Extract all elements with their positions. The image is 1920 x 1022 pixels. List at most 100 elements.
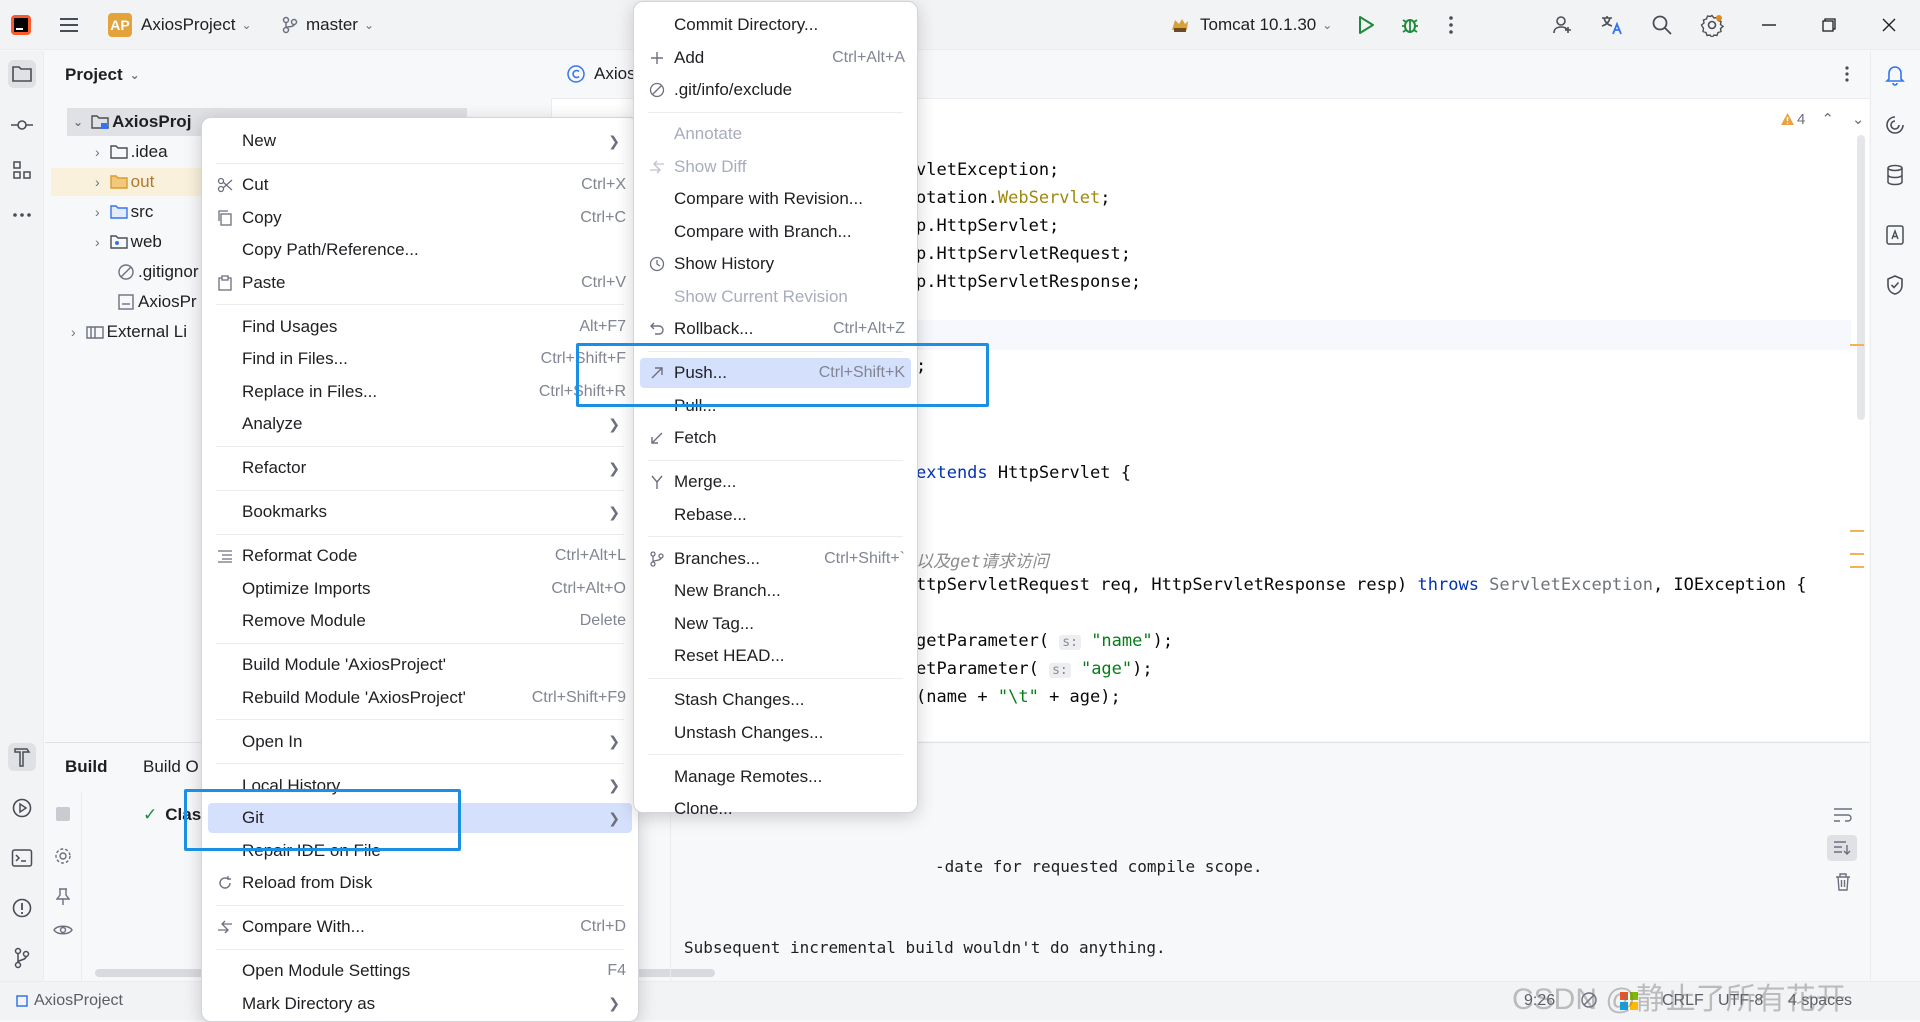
project-panel-header[interactable]: Project ⌄ <box>65 65 140 85</box>
menu-item-reset-head[interactable]: Reset HEAD... <box>640 641 911 671</box>
run-icon[interactable] <box>1357 0 1383 50</box>
git-icon[interactable] <box>8 944 36 972</box>
status-breadcrumb[interactable]: AxiosProject <box>16 992 123 1010</box>
build-output-tab[interactable]: Build O <box>143 757 199 777</box>
more-tools-icon[interactable] <box>8 201 36 229</box>
menu-item-git-info-exclude[interactable]: .git/info/exclude <box>640 75 911 105</box>
code-line: extends HttpServlet { <box>916 463 1131 483</box>
tree-row-idea[interactable]: › .idea <box>95 138 168 166</box>
trash-icon[interactable] <box>1835 873 1851 891</box>
tree-row-iml[interactable]: AxiosPr <box>117 288 197 316</box>
reformat-icon <box>216 547 234 565</box>
run-config-selector[interactable]: Tomcat 10.1.30 ⌄ <box>1170 0 1332 50</box>
more-actions-icon[interactable] <box>1448 0 1462 50</box>
restore-icon[interactable] <box>1822 0 1842 50</box>
translation-panel-icon[interactable] <box>1881 221 1909 249</box>
tree-row-src[interactable]: › src <box>95 198 153 226</box>
menu-item-show-history[interactable]: Show History <box>640 249 911 279</box>
menu-item-clone[interactable]: Clone... <box>640 794 911 824</box>
chevron-down-icon: ⌄ <box>73 115 84 129</box>
menu-item-paste[interactable]: Paste Ctrl+V <box>208 268 632 298</box>
menu-item-rollback[interactable]: Rollback... Ctrl+Alt+Z <box>640 314 911 344</box>
build-settings-icon[interactable] <box>54 847 72 865</box>
project-switcher[interactable]: AP AxiosProject ⌄ <box>108 0 252 50</box>
menu-item-commit-directory[interactable]: Commit Directory... <box>640 10 911 40</box>
app-logo-icon[interactable] <box>10 0 40 50</box>
menu-item-new[interactable]: New ❯ <box>208 126 632 156</box>
menu-item-open-module-settings[interactable]: Open Module Settings F4 <box>208 956 632 986</box>
menu-item-fetch[interactable]: Fetch <box>640 423 911 453</box>
pin-icon[interactable] <box>56 888 70 906</box>
menu-item-bookmarks[interactable]: Bookmarks ❯ <box>208 497 632 527</box>
scroll-to-end-icon[interactable] <box>1827 835 1857 861</box>
eye-icon[interactable] <box>53 923 73 937</box>
menu-item-cut[interactable]: Cut Ctrl+X <box>208 170 632 200</box>
branch-switcher[interactable]: master ⌄ <box>282 0 374 50</box>
soft-wrap-icon[interactable] <box>1833 807 1853 823</box>
editor-scrollbar[interactable] <box>1857 135 1865 420</box>
problems-icon[interactable] <box>8 894 36 922</box>
search-icon[interactable] <box>1651 0 1677 50</box>
code-token: WebServlet <box>997 188 1101 208</box>
menu-item-compare-with-branch[interactable]: Compare with Branch... <box>640 217 911 247</box>
menu-item-analyze[interactable]: Analyze ❯ <box>208 409 632 439</box>
menu-item-refactor[interactable]: Refactor ❯ <box>208 453 632 483</box>
menu-item-add[interactable]: Add Ctrl+Alt+A <box>640 43 911 73</box>
security-shield-icon[interactable] <box>1881 271 1909 299</box>
stop-icon[interactable] <box>55 806 71 822</box>
menu-item-build-module-axiosproject[interactable]: Build Module 'AxiosProject' <box>208 650 632 680</box>
menu-item-reload-from-disk[interactable]: Reload from Disk <box>208 868 632 898</box>
menu-item-open-in[interactable]: Open In ❯ <box>208 727 632 757</box>
menu-item-find-usages[interactable]: Find Usages Alt+F7 <box>208 312 632 342</box>
menu-item-remove-module[interactable]: Remove Module Delete <box>208 606 632 636</box>
add-user-icon[interactable] <box>1552 0 1578 50</box>
minimize-icon[interactable] <box>1762 0 1782 50</box>
code-token: throws <box>1417 575 1490 595</box>
debug-icon[interactable] <box>1400 0 1426 50</box>
inspection-widget[interactable]: 4 ⌃ ⌄ <box>1780 110 1865 128</box>
menu-item-new-branch[interactable]: New Branch... <box>640 576 911 606</box>
commit-icon[interactable] <box>8 111 36 139</box>
menu-item-find-in-files[interactable]: Find in Files... Ctrl+Shift+F <box>208 344 632 374</box>
terminal-icon[interactable] <box>8 844 36 872</box>
menu-item-rebase[interactable]: Rebase... <box>640 500 911 530</box>
push-highlight-box <box>576 343 989 407</box>
menu-item-stash-changes[interactable]: Stash Changes... <box>640 685 911 715</box>
project-folder-icon[interactable] <box>8 60 36 88</box>
menu-item-unstash-changes[interactable]: Unstash Changes... <box>640 718 911 748</box>
menu-item-new-tag[interactable]: New Tag... <box>640 609 911 639</box>
tree-row-web[interactable]: › web <box>95 228 162 256</box>
menu-item-reformat-code[interactable]: Reformat Code Ctrl+Alt+L <box>208 541 632 571</box>
build-hammer-icon[interactable] <box>8 743 36 771</box>
menu-item-copy[interactable]: Copy Ctrl+C <box>208 203 632 233</box>
menu-item-manage-remotes[interactable]: Manage Remotes... <box>640 762 911 792</box>
services-icon[interactable] <box>8 794 36 822</box>
build-panel-title[interactable]: Build <box>65 757 108 777</box>
menu-item-rebuild-module-axiosproject[interactable]: Rebuild Module 'AxiosProject' Ctrl+Shift+… <box>208 683 632 713</box>
ignore-file-icon <box>117 263 135 281</box>
main-menu-icon[interactable] <box>58 0 88 50</box>
menu-item-replace-in-files[interactable]: Replace in Files... Ctrl+Shift+R <box>208 377 632 407</box>
menu-item-label: Annotate <box>674 124 743 143</box>
notifications-bell-icon[interactable] <box>1881 61 1909 89</box>
menu-item-mark-directory-as[interactable]: Mark Directory as ❯ <box>208 989 632 1019</box>
tree-row-gitignore[interactable]: .gitignor <box>117 258 198 286</box>
settings-gear-icon[interactable] <box>1700 0 1726 50</box>
editor-more-icon[interactable] <box>1844 65 1850 83</box>
database-icon[interactable] <box>1881 161 1909 189</box>
menu-item-copy-path-reference[interactable]: Copy Path/Reference... <box>208 235 632 265</box>
close-icon[interactable] <box>1882 0 1902 50</box>
menu-item-compare-with-revision[interactable]: Compare with Revision... <box>640 184 911 214</box>
menu-item-compare-with[interactable]: Compare With... Ctrl+D <box>208 912 632 942</box>
menu-item-optimize-imports[interactable]: Optimize Imports Ctrl+Alt+O <box>208 574 632 604</box>
tree-row-external-libraries[interactable]: › External Li <box>71 318 187 346</box>
menu-item-label: New Branch... <box>674 581 781 600</box>
menu-item-label: Stash Changes... <box>674 690 805 709</box>
editor-tab[interactable]: Axios <box>567 51 636 97</box>
code-token: etParameter( <box>916 659 1050 679</box>
structure-icon[interactable] <box>8 156 36 184</box>
translate-icon[interactable] <box>1600 0 1628 50</box>
menu-item-branches[interactable]: Branches... Ctrl+Shift+` <box>640 544 911 574</box>
ai-assistant-icon[interactable] <box>1881 111 1909 139</box>
menu-item-merge[interactable]: Merge... <box>640 467 911 497</box>
